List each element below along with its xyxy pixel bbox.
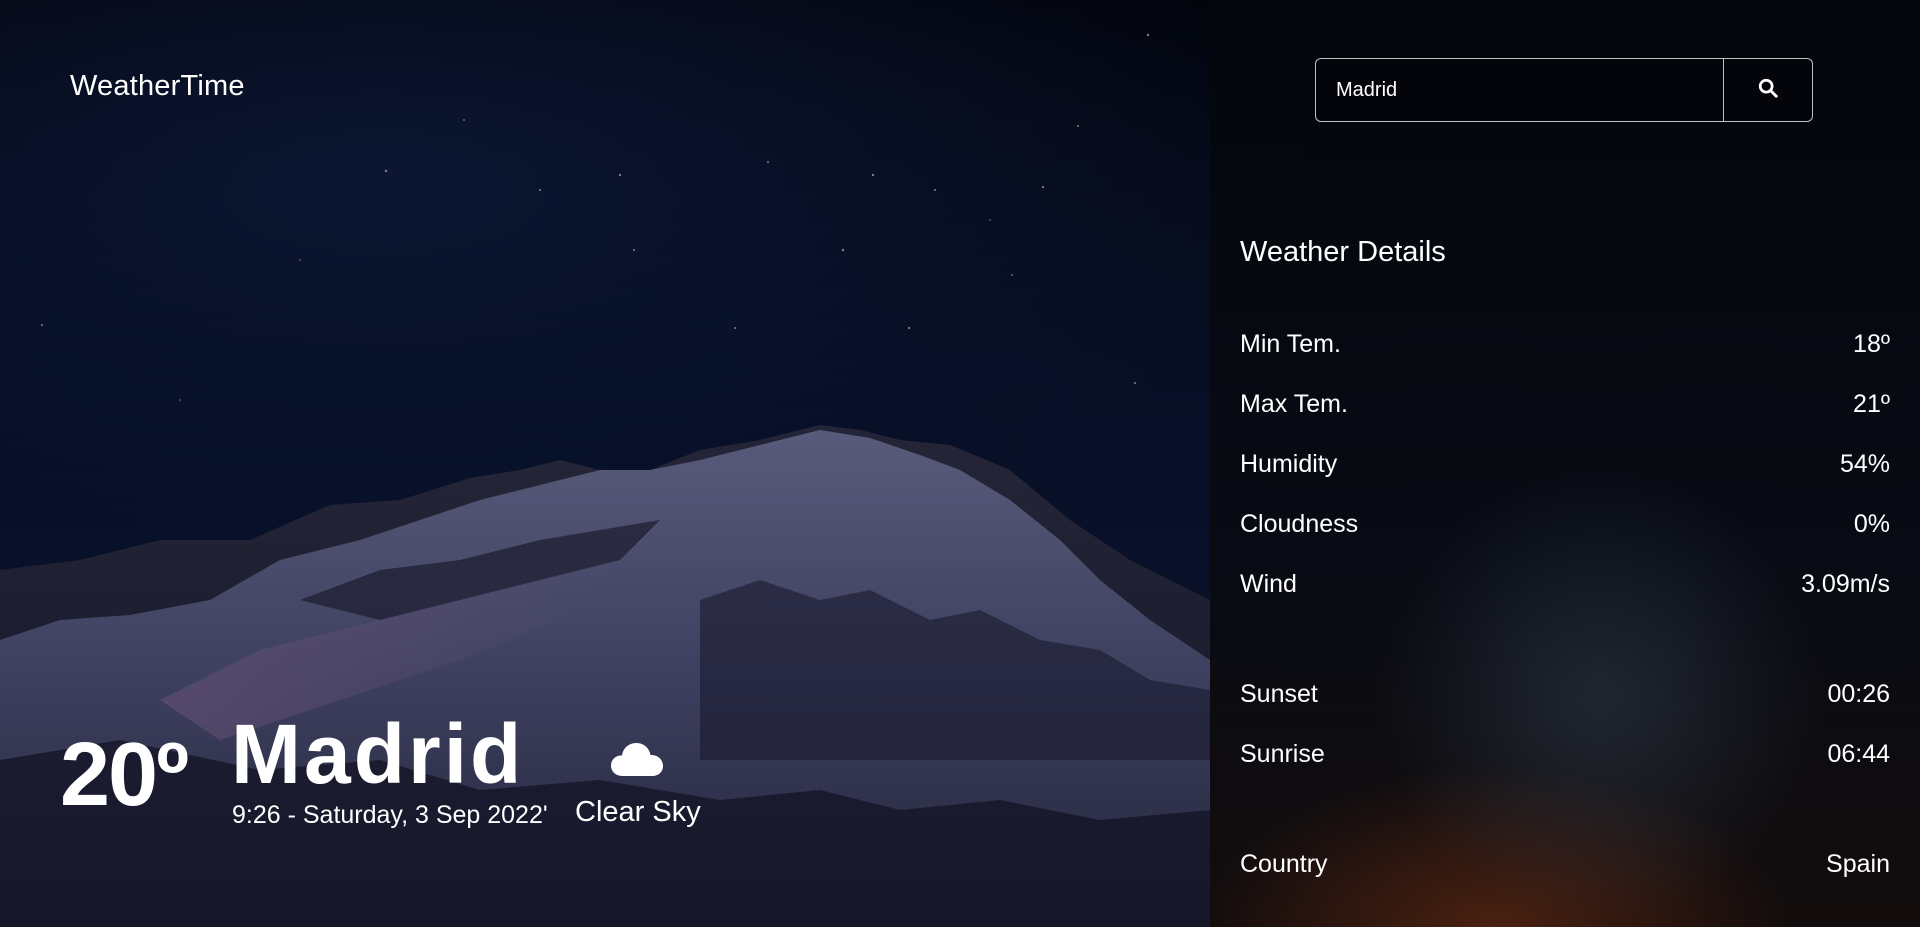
detail-value: 06:44 <box>1827 740 1890 768</box>
detail-label: Humidity <box>1240 450 1338 478</box>
cloud-icon <box>610 740 664 783</box>
current-datetime: 9:26 - Saturday, 3 Sep 2022' <box>232 801 548 829</box>
search-button[interactable] <box>1723 59 1812 121</box>
search-input[interactable] <box>1316 59 1723 121</box>
detail-value: Spain <box>1826 850 1890 878</box>
search-bar <box>1315 58 1813 122</box>
detail-row-cloudness: Cloudness 0% <box>1240 510 1890 539</box>
detail-value: 3.09m/s <box>1801 570 1890 598</box>
detail-row-wind: Wind 3.09m/s <box>1240 570 1890 599</box>
weather-details-title: Weather Details <box>1240 236 1446 268</box>
city-name: Madrid <box>231 707 525 801</box>
detail-label: Country <box>1240 850 1328 878</box>
current-temperature: 20º <box>60 725 189 825</box>
detail-label: Sunset <box>1240 680 1318 708</box>
weather-condition: Clear Sky <box>575 796 701 828</box>
detail-row-humidity: Humidity 54% <box>1240 450 1890 479</box>
detail-label: Sunrise <box>1240 740 1325 768</box>
detail-label: Min Tem. <box>1240 330 1341 358</box>
detail-value: 54% <box>1839 450 1890 478</box>
detail-value: 0% <box>1853 510 1890 538</box>
detail-label: Wind <box>1240 570 1297 598</box>
weather-app: WeatherTime Weather Details Min Tem. 18º… <box>0 0 1920 927</box>
detail-value: 18º <box>1853 330 1890 358</box>
app-logo[interactable]: WeatherTime <box>70 70 245 103</box>
detail-row-country: Country Spain <box>1240 850 1890 879</box>
detail-value: 21º <box>1853 390 1890 418</box>
detail-value: 00:26 <box>1827 680 1890 708</box>
detail-row-sunrise: Sunrise 06:44 <box>1240 740 1890 769</box>
detail-label: Max Tem. <box>1240 390 1348 418</box>
detail-row-max-temp: Max Tem. 21º <box>1240 390 1890 419</box>
detail-row-sunset: Sunset 00:26 <box>1240 680 1890 709</box>
detail-label: Cloudness <box>1240 510 1359 538</box>
search-icon <box>1757 77 1779 104</box>
detail-row-min-temp: Min Tem. 18º <box>1240 330 1890 359</box>
